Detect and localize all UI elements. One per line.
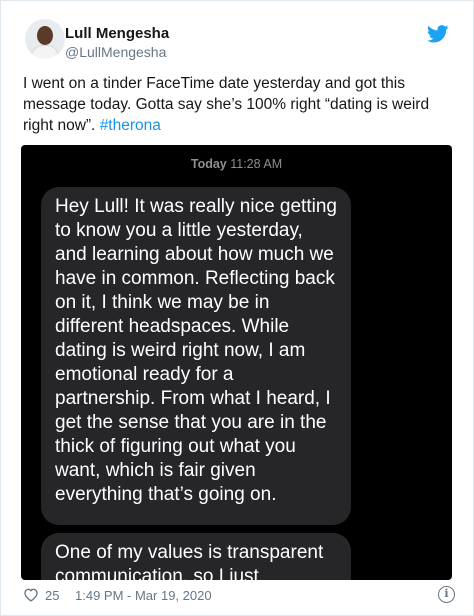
message-time: 11:28 AM [230,157,283,171]
message-timestamp: Today 11:28 AM [21,157,452,171]
tweet-media-screenshot[interactable]: Today 11:28 AM Hey Lull! It was really n… [21,145,452,580]
tweet-footer: 25 1:49 PM - Mar 19, 2020 i [23,586,455,606]
tweet-card: Lull Mengesha @LullMengesha I went on a … [0,0,474,616]
tweet-timestamp[interactable]: 1:49 PM - Mar 19, 2020 [75,588,212,603]
message-text: One of my values is transparent communic… [55,542,324,580]
author-handle[interactable]: @LullMengesha [65,44,166,60]
like-count[interactable]: 25 [45,588,59,603]
message-bubble: Hey Lull! It was really nice getting to … [41,187,351,525]
tweet-body: I went on a tinder FaceTime date yesterd… [23,75,430,134]
heart-icon[interactable] [23,587,39,602]
message-day: Today [190,157,227,171]
author-name[interactable]: Lull Mengesha [65,25,169,42]
tweet-text: I went on a tinder FaceTime date yesterd… [23,73,463,136]
message-text: Hey Lull! It was really nice getting to … [55,196,337,505]
twitter-bird-icon[interactable] [427,25,449,43]
message-bubble: One of my values is transparent communic… [41,533,351,580]
avatar[interactable] [25,19,65,59]
hashtag-link[interactable]: #therona [100,117,161,134]
tweet-header: Lull Mengesha @LullMengesha [25,19,455,63]
info-icon[interactable]: i [438,586,455,603]
